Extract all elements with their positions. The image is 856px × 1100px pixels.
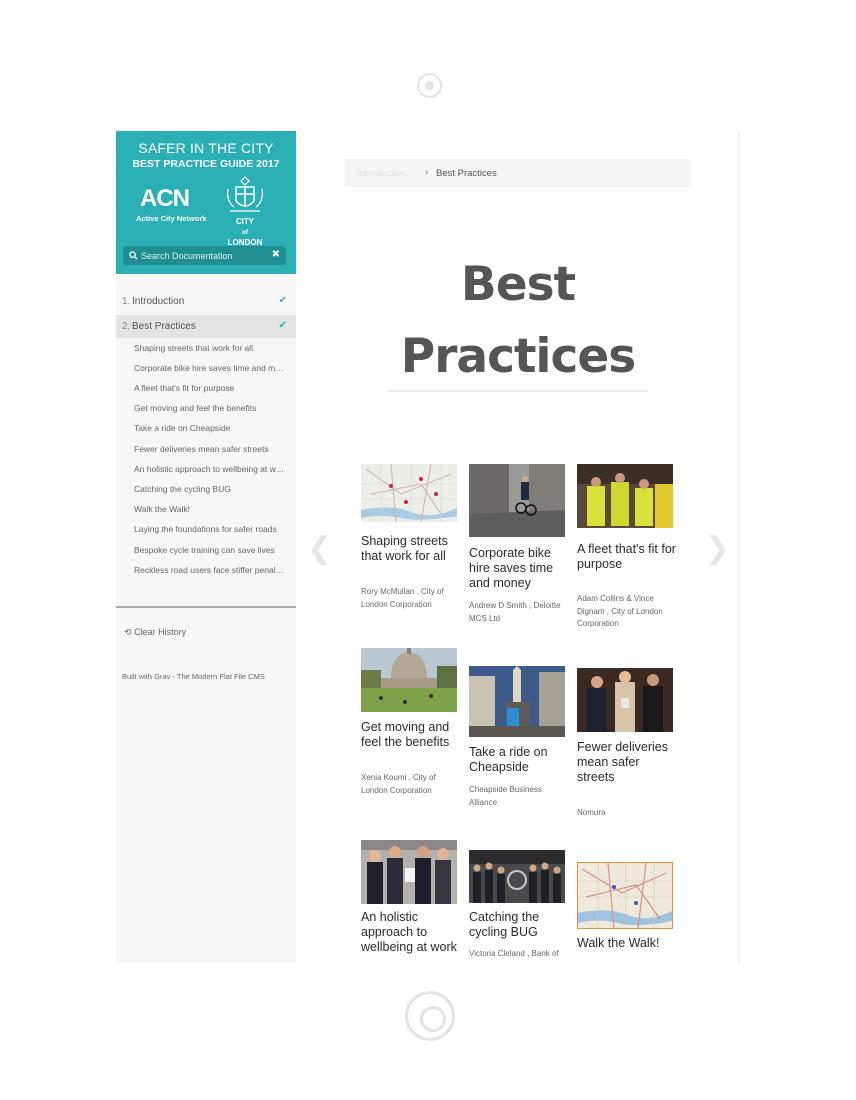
breadcrumb-chevron-icon: › — [425, 167, 429, 178]
search-bar[interactable]: ✖ — [123, 246, 286, 265]
sidebar: SAFER IN THE CITY BEST PRACTICE GUIDE 20… — [116, 131, 296, 963]
nav-subitem[interactable]: Take a ride on Cheapside — [134, 423, 286, 441]
card-image — [361, 840, 457, 904]
breadcrumb: Introduction › Best Practices — [345, 159, 690, 187]
nav-subitem[interactable]: Corporate bike hire saves time and money — [134, 363, 286, 381]
clear-history-label: Clear History — [134, 627, 187, 637]
crest-icon — [227, 176, 263, 212]
nav-subitem[interactable]: Fewer deliveries mean safer streets — [134, 444, 286, 462]
nav-item-number: 1. — [122, 296, 131, 307]
search-icon — [129, 251, 138, 260]
card-author: Rory McMullan , City of London Corporati… — [361, 587, 444, 609]
next-arrow-icon[interactable]: ❯ — [705, 531, 730, 566]
device-camera — [417, 73, 442, 98]
built-with-link[interactable]: Built with Grav - The Modern Flat File C… — [122, 672, 265, 681]
card-author: Cheapside Business Alliance — [469, 785, 542, 807]
city-of-london-logo: CITY of LONDON — [222, 175, 268, 247]
card-title: Fewer deliveries mean safer streets — [577, 740, 669, 784]
card-image — [361, 464, 457, 522]
nav-subitem[interactable]: Get moving and feel the benefits — [134, 403, 286, 421]
history-icon: ⟲ — [124, 627, 132, 637]
clear-history-button[interactable]: ⟲ Clear History — [124, 627, 186, 638]
nav-subitem[interactable]: Shaping streets that work for all — [134, 343, 286, 361]
nav-item-label: Introduction — [132, 296, 185, 307]
nav-subitem[interactable]: Laying the foundations for safer roads — [134, 524, 286, 542]
clear-search-icon[interactable]: ✖ — [272, 249, 280, 260]
brand-subtitle: BEST PRACTICE GUIDE 2017 — [132, 158, 280, 170]
nav-item-introduction[interactable]: 1. Introduction ✔ — [116, 290, 296, 313]
breadcrumb-link-introduction[interactable]: Introduction — [357, 168, 407, 179]
card-author: Xenia Koumi , City of London Corporation — [361, 773, 436, 795]
card-title: Get moving and feel the benefits — [361, 720, 450, 749]
card-title: Catching the cycling BUG — [469, 910, 540, 939]
acn-mark: ACN — [140, 185, 190, 212]
search-input[interactable] — [141, 247, 267, 264]
breadcrumb-current: Best Practices — [436, 168, 497, 179]
acn-label: Active City Network — [136, 214, 207, 223]
card-image — [469, 850, 565, 903]
card-title: Corporate bike hire saves time and money — [469, 546, 554, 590]
brand-title: SAFER IN THE CITY — [138, 140, 274, 156]
acn-logo: ACN Active City Network — [136, 185, 216, 225]
sidebar-divider — [116, 606, 296, 608]
card-title: Take a ride on Cheapside — [469, 745, 548, 774]
nav-subitem[interactable]: Walk the Walk! — [134, 504, 286, 522]
nav-subitem[interactable]: A fleet that's fit for purpose — [134, 383, 286, 401]
brand-header: SAFER IN THE CITY BEST PRACTICE GUIDE 20… — [116, 131, 296, 274]
device-home-button[interactable] — [405, 991, 455, 1041]
card-image — [577, 464, 673, 528]
card-author: Victoria Cleland , Bank of — [469, 949, 559, 958]
nav-subitem[interactable]: An holistic approach to wellbeing at wor… — [134, 464, 286, 482]
app-screen: SAFER IN THE CITY BEST PRACTICE GUIDE 20… — [116, 131, 740, 963]
check-icon: ✔ — [278, 295, 287, 306]
prev-arrow-icon[interactable]: ❮ — [307, 531, 332, 566]
title-divider — [387, 390, 648, 392]
card-author: Adam Collins & Vince Dignam , City of Lo… — [577, 594, 663, 628]
card-image — [469, 666, 565, 737]
card-image — [577, 668, 673, 732]
card-image — [469, 464, 565, 537]
card-title: A fleet that's fit for purpose — [577, 542, 676, 571]
card-author: Andrew D Smith , Deloitte MCS Ltd — [469, 601, 561, 623]
nav-subitem[interactable]: Reckless road users face stiffer penalti… — [134, 565, 286, 583]
nav-item-best-practices[interactable]: 2. Best Practices ✔ — [116, 315, 296, 338]
nav-item-label: Best Practices — [132, 321, 196, 332]
page-title: Best Practices — [400, 257, 637, 384]
nav-item-number: 2. — [122, 321, 131, 332]
col-label: CITY of LONDON — [227, 217, 263, 247]
nav-subitem[interactable]: Catching the cycling BUG — [134, 484, 286, 502]
card-title: An holistic approach to wellbeing at wor… — [361, 910, 457, 954]
card-title: Shaping streets that work for all — [361, 534, 448, 563]
card-title: Walk the Walk! — [577, 936, 660, 950]
nav-subitem[interactable]: Bespoke cycle training can save lives — [134, 545, 286, 563]
card-image — [361, 648, 457, 712]
check-icon: ✔ — [278, 320, 287, 331]
card-author: Nomura — [577, 808, 606, 817]
card-image — [577, 862, 673, 929]
